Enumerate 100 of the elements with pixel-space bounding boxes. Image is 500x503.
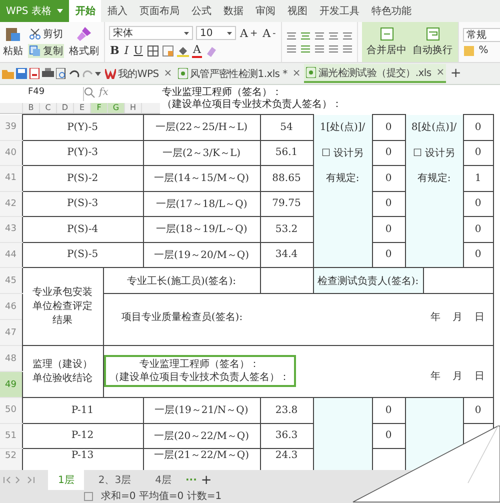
table-cell: 0 xyxy=(463,242,493,268)
align-icon[interactable] xyxy=(286,30,297,40)
table-cell: P(S)-4 xyxy=(22,216,143,242)
ribbon-tab[interactable]: 审阅 xyxy=(249,0,282,22)
ribbon-tab[interactable]: 开始 xyxy=(69,0,102,22)
ribbon-tab[interactable]: 公式 xyxy=(185,0,218,22)
ribbon-tab[interactable]: 插入 xyxy=(101,0,134,22)
align-icon[interactable] xyxy=(328,44,339,54)
spreadsheet-icon[interactable] xyxy=(178,68,188,79)
bold-button[interactable]: B xyxy=(109,44,120,57)
preview-icon[interactable] xyxy=(56,68,67,79)
align-icon[interactable] xyxy=(342,44,353,54)
column-header[interactable]: H xyxy=(125,103,142,113)
close-icon[interactable]: × xyxy=(164,68,172,79)
formula-content[interactable]: 专业监理工程师（签名）： （建设单位项目专业技术负责人签名）： xyxy=(162,87,342,111)
name-box[interactable]: F49 xyxy=(0,87,84,101)
spreadsheet-icon[interactable] xyxy=(306,67,316,78)
italic-button[interactable]: I xyxy=(123,44,130,57)
caret-icon[interactable] xyxy=(184,32,189,34)
scissors-icon[interactable] xyxy=(29,28,41,40)
merge-icon[interactable] xyxy=(380,27,394,41)
status-icon[interactable] xyxy=(84,492,93,501)
caret-icon[interactable] xyxy=(95,72,101,76)
percent-button[interactable]: % xyxy=(478,45,490,56)
app-menu-button[interactable]: WPS 表格 xyxy=(0,0,70,22)
sheet-tab[interactable]: 4层 xyxy=(145,470,182,490)
ribbon-tab[interactable]: 视图 xyxy=(281,0,314,22)
close-icon[interactable]: × xyxy=(436,67,444,78)
table-cell: 0 xyxy=(463,216,493,242)
table-cell: 56.1 xyxy=(260,140,313,166)
format-painter-button[interactable]: 格式刷 xyxy=(68,44,100,58)
align-icon[interactable] xyxy=(286,44,297,54)
save-icon[interactable] xyxy=(16,68,27,79)
underline-button[interactable]: U xyxy=(132,44,144,57)
document-tab[interactable]: 风管严密性检测1.xls * × xyxy=(176,64,302,83)
table-cell: 一层(19～20/M～Q) xyxy=(143,242,260,268)
date-label: 日 xyxy=(474,370,484,382)
column-header[interactable]: D xyxy=(57,103,74,113)
table-cell: 0 xyxy=(463,398,493,423)
wrap-icon[interactable] xyxy=(426,27,440,41)
cell-style-icon[interactable] xyxy=(162,44,174,56)
align-icon[interactable] xyxy=(300,30,311,40)
caret-icon[interactable] xyxy=(57,9,64,13)
note-text: 有规定: xyxy=(417,172,451,186)
wps-logo-icon[interactable] xyxy=(105,68,116,78)
table-cell: 一层(19～21/N～Q) xyxy=(143,398,260,423)
ribbon-tab[interactable]: 页面布局 xyxy=(133,0,186,22)
copy-button[interactable]: 复制 xyxy=(28,44,64,58)
sheet-tab[interactable]: 2、3层 xyxy=(88,470,142,490)
caret-icon[interactable] xyxy=(227,32,232,34)
table-cell: 0 xyxy=(463,140,493,166)
status-summary: 求和=0 平均值=0 计数=1 xyxy=(101,490,222,502)
selected-cell[interactable]: 专业监理工程师（签名）： （建设单位项目专业技术负责人签名）： xyxy=(104,354,296,386)
table-cell: 0 xyxy=(463,191,493,216)
align-icon[interactable] xyxy=(314,30,325,40)
cut-button[interactable]: 剪切 xyxy=(28,26,64,40)
column-header[interactable]: C xyxy=(40,103,57,113)
table-cell: 53.2 xyxy=(260,216,313,242)
document-tab[interactable]: 我的WPS × xyxy=(103,64,174,83)
document-tab[interactable]: 漏光检测试验（提交）.xls × xyxy=(304,64,446,83)
pdf-icon[interactable] xyxy=(29,68,40,79)
sheet-tab[interactable]: 1层 xyxy=(48,470,84,490)
align-icon[interactable] xyxy=(314,44,325,54)
font-color-button[interactable]: A xyxy=(192,43,202,58)
align-icon[interactable] xyxy=(342,30,353,40)
table-cell: 79.75 xyxy=(260,191,313,216)
function-button[interactable]: fx xyxy=(99,87,108,98)
paste-button[interactable]: 粘贴 xyxy=(2,44,24,58)
table-cell: 一层(14～15/M～Q) xyxy=(143,166,260,191)
table-cell: 0 xyxy=(372,166,405,191)
merge-center-button[interactable]: 合并居中 xyxy=(366,27,408,57)
table-cell: P(S)-2 xyxy=(22,166,143,191)
date-label: 月 xyxy=(452,370,462,382)
note-text: ☐ 设计另 xyxy=(321,146,364,160)
align-icon[interactable] xyxy=(300,44,311,54)
table-cell: 34.4 xyxy=(260,242,313,268)
table-cell: 1 xyxy=(463,166,493,191)
borders-icon[interactable] xyxy=(146,44,159,56)
table-cell: 0 xyxy=(372,140,405,166)
copy-icon[interactable] xyxy=(29,44,41,56)
zoom-icon[interactable] xyxy=(84,87,95,98)
add-sheet-button[interactable]: + xyxy=(200,472,212,488)
undo-icon[interactable] xyxy=(69,68,80,78)
new-tab-button[interactable]: + xyxy=(448,64,463,83)
number-format-field[interactable]: 常规 xyxy=(462,28,500,42)
ribbon-tab[interactable]: 数据 xyxy=(217,0,250,22)
wrap-text-button[interactable]: 自动换行 xyxy=(412,27,454,57)
print-icon[interactable] xyxy=(42,68,54,79)
close-icon[interactable]: × xyxy=(292,68,300,79)
brush-icon[interactable] xyxy=(76,26,92,42)
fill-color-icon[interactable] xyxy=(176,44,189,56)
align-icon[interactable] xyxy=(328,30,339,40)
ribbon-tab[interactable]: 开发工具 xyxy=(313,0,366,22)
font-size-field[interactable]: 10 xyxy=(196,26,236,40)
column-header[interactable]: B xyxy=(23,103,40,113)
font-family-field[interactable]: 宋体 xyxy=(109,26,193,40)
table-cell: 23.8 xyxy=(260,398,313,423)
ribbon-tab[interactable]: 特色功能 xyxy=(365,0,418,22)
note-text: 1[处(点)]/ xyxy=(320,120,366,134)
clipboard-icon[interactable] xyxy=(5,26,21,42)
